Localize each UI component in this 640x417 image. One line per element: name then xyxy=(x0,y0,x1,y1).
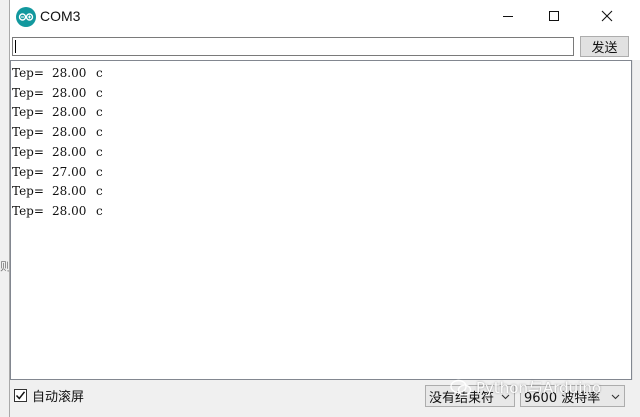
line-unit: c xyxy=(96,105,103,120)
line-tag: Tep= xyxy=(12,164,44,179)
vertical-scrollbar[interactable] xyxy=(632,60,640,380)
output-line: Tep= 27.00 c xyxy=(12,163,103,183)
autoscroll-checkbox[interactable] xyxy=(14,389,27,402)
output-line: Tep= 28.00 c xyxy=(12,64,103,84)
chevron-down-icon xyxy=(611,394,620,400)
output-line: Tep= 28.00 c xyxy=(12,202,103,222)
line-unit: c xyxy=(96,85,103,100)
line-unit: c xyxy=(96,184,103,199)
line-value: 28.00 xyxy=(52,203,87,218)
line-tag: Tep= xyxy=(12,85,44,100)
line-unit: c xyxy=(96,125,103,140)
line-value: 28.00 xyxy=(52,125,87,140)
autoscroll-toggle[interactable]: 自动滚屏 xyxy=(14,386,84,405)
output-line: Tep= 28.00 c xyxy=(12,84,103,104)
line-tag: Tep= xyxy=(12,66,44,80)
output-line: Tep= 28.00 c xyxy=(12,182,103,202)
maximize-icon xyxy=(549,11,559,21)
line-ending-value: 没有结束符 xyxy=(429,390,495,406)
output-line: Tep= 28.00 c xyxy=(12,143,103,163)
checkmark-icon xyxy=(15,391,26,400)
serial-monitor-window: COM3 发送 Tep= 28.00 c Tep= 28.00 c Tep= 28.00 c Te… xyxy=(9,0,640,417)
line-tag: Tep= xyxy=(12,184,44,199)
maximize-button[interactable] xyxy=(531,0,577,32)
line-unit: c xyxy=(96,203,103,218)
serial-output[interactable]: Tep= 28.00 c Tep= 28.00 c Tep= 28.00 c Tep= 28.00 c… xyxy=(10,60,632,380)
line-unit: c xyxy=(96,66,103,80)
text-caret xyxy=(15,40,16,53)
line-value: 28.00 xyxy=(52,144,87,159)
line-value: 27.00 xyxy=(52,164,87,179)
status-bar: 自动滚屏 没有结束符 9600 波特率 xyxy=(10,380,640,417)
close-icon xyxy=(601,10,613,22)
line-unit: c xyxy=(96,144,103,159)
line-ending-select[interactable]: 没有结束符 xyxy=(425,385,515,407)
arduino-icon xyxy=(16,7,36,27)
send-button[interactable]: 发送 xyxy=(580,36,629,57)
line-tag: Tep= xyxy=(12,125,44,140)
serial-input[interactable] xyxy=(12,37,574,56)
minimize-icon xyxy=(503,16,513,17)
line-unit: c xyxy=(96,164,103,179)
line-value: 28.00 xyxy=(52,66,87,80)
line-value: 28.00 xyxy=(52,105,87,120)
close-button[interactable] xyxy=(584,0,630,32)
line-tag: Tep= xyxy=(12,105,44,120)
output-line: Tep= 28.00 c xyxy=(12,103,103,123)
autoscroll-label: 自动滚屏 xyxy=(32,390,85,405)
window-title: COM3 xyxy=(40,8,81,24)
baud-rate-select[interactable]: 9600 波特率 xyxy=(520,385,625,407)
line-value: 28.00 xyxy=(52,85,87,100)
output-line: Tep= 28.00 c xyxy=(12,123,103,143)
line-tag: Tep= xyxy=(12,203,44,218)
minimize-button[interactable] xyxy=(485,0,531,32)
chevron-down-icon xyxy=(501,394,510,400)
line-tag: Tep= xyxy=(12,144,44,159)
title-bar[interactable]: COM3 xyxy=(10,0,640,34)
baud-rate-value: 9600 波特率 xyxy=(524,390,601,406)
line-value: 28.00 xyxy=(52,184,87,199)
send-row: 发送 xyxy=(10,35,640,60)
output-lines: Tep= 28.00 c Tep= 28.00 c Tep= 28.00 c Tep= 28.00 c… xyxy=(12,64,103,222)
